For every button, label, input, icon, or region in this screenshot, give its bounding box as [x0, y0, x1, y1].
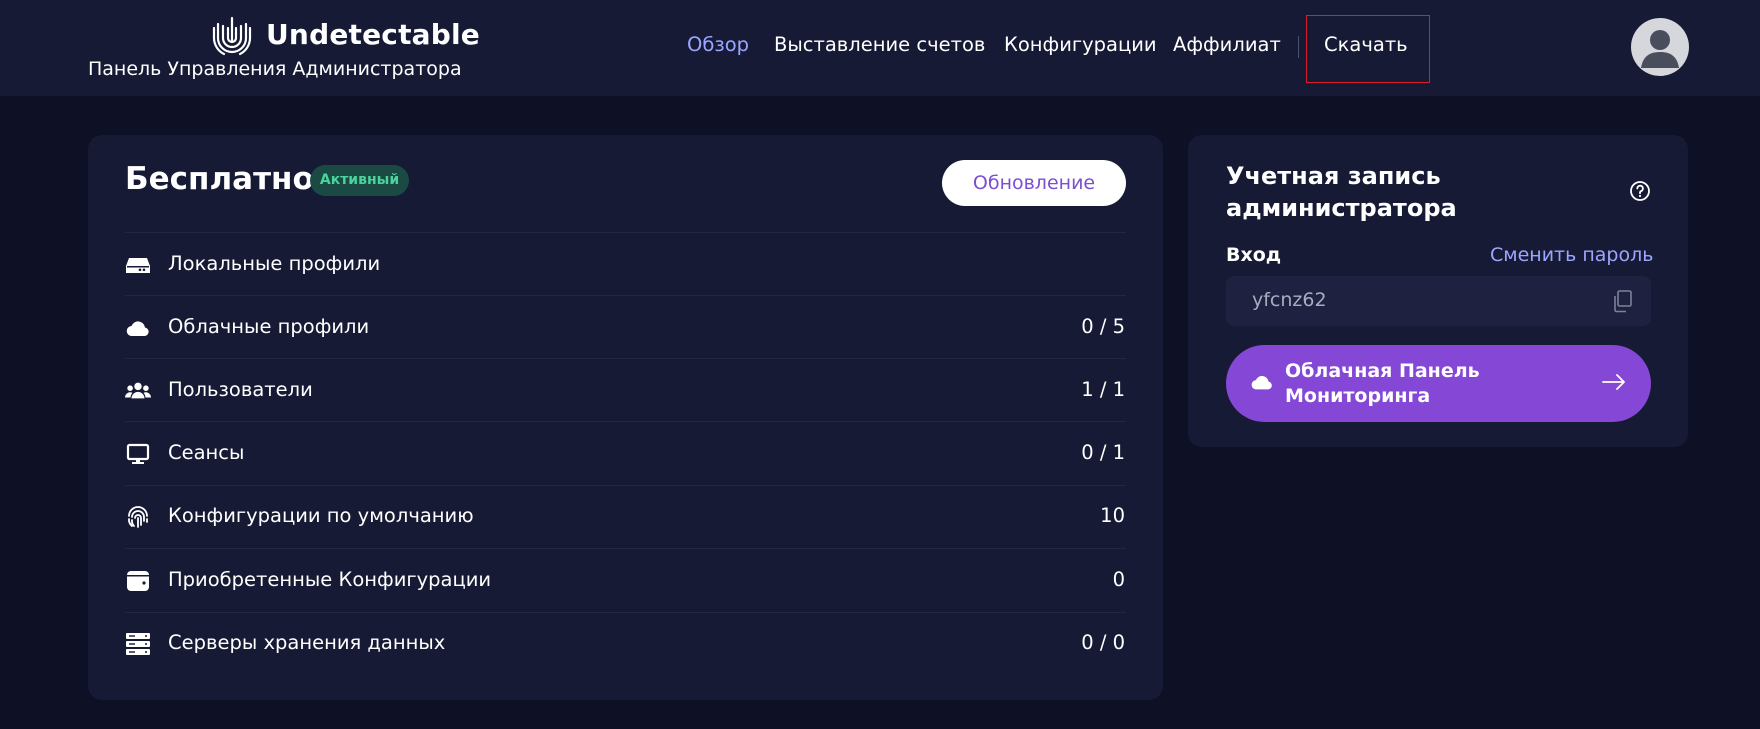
row-label-default-configs: Конфигурации по умолчанию — [168, 504, 474, 527]
cloud-icon — [126, 321, 149, 337]
row-label-local-profiles: Локальные профили — [168, 252, 381, 275]
users-icon — [125, 382, 151, 399]
row-divider — [125, 485, 1126, 486]
arrow-right-icon — [1602, 374, 1625, 390]
help-icon[interactable] — [1629, 180, 1651, 202]
admin-account-title: Учетная запись администратора — [1226, 162, 1457, 222]
plan-card — [88, 135, 1163, 700]
drive-icon — [126, 258, 150, 273]
cloud-dashboard-label: Облачная Панель Мониторинга — [1285, 360, 1480, 407]
user-icon — [1641, 30, 1679, 68]
monitor-icon — [126, 443, 150, 464]
nav-download[interactable]: Скачать — [1324, 33, 1408, 56]
row-label-cloud-profiles: Облачные профили — [168, 315, 370, 338]
nav-divider — [1298, 36, 1299, 58]
row-value-default-configs: 10 — [1100, 504, 1125, 527]
row-divider — [125, 421, 1126, 422]
cloud-icon — [1251, 375, 1272, 390]
row-divider — [125, 548, 1126, 549]
nav-configurations[interactable]: Конфигурации — [1004, 33, 1157, 56]
plan-title: Бесплатно — [125, 161, 314, 197]
row-value-storage-servers: 0 / 0 — [1081, 631, 1125, 654]
wallet-icon — [127, 571, 149, 591]
brand-subtitle: Панель Управления Администратора — [88, 58, 462, 80]
row-label-storage-servers: Серверы хранения данных — [168, 631, 446, 654]
brand-logo[interactable]: Undetectable Панель Управления Администр… — [88, 14, 480, 84]
status-badge: Активный — [310, 165, 409, 196]
brand-name: Undetectable — [266, 18, 480, 51]
upgrade-button[interactable]: Обновление — [942, 160, 1126, 206]
fingerprint-icon — [128, 506, 148, 528]
row-divider — [125, 232, 1126, 233]
change-password-link[interactable]: Сменить пароль — [1490, 244, 1653, 266]
top-navbar: Undetectable Панель Управления Администр… — [0, 0, 1760, 96]
login-value: yfcnz62 — [1252, 289, 1327, 311]
row-value-purchased-configs: 0 — [1112, 568, 1125, 591]
nav-overview[interactable]: Обзор — [687, 33, 749, 56]
row-divider — [125, 295, 1126, 296]
row-divider — [125, 612, 1126, 613]
row-value-sessions: 0 / 1 — [1081, 441, 1125, 464]
fingerprint-logo-icon — [212, 16, 252, 56]
row-divider — [125, 358, 1126, 359]
row-label-sessions: Сеансы — [168, 441, 245, 464]
row-value-cloud-profiles: 0 / 5 — [1081, 315, 1125, 338]
user-avatar[interactable] — [1631, 18, 1689, 76]
row-label-users: Пользователи — [168, 378, 313, 401]
nav-affiliate[interactable]: Аффилиат — [1173, 33, 1281, 56]
row-value-users: 1 / 1 — [1081, 378, 1125, 401]
copy-icon[interactable] — [1611, 289, 1633, 313]
nav-billing[interactable]: Выставление счетов — [774, 33, 985, 56]
server-icon — [126, 633, 150, 655]
row-label-purchased-configs: Приобретенные Конфигурации — [168, 568, 492, 591]
login-label: Вход — [1226, 244, 1282, 266]
